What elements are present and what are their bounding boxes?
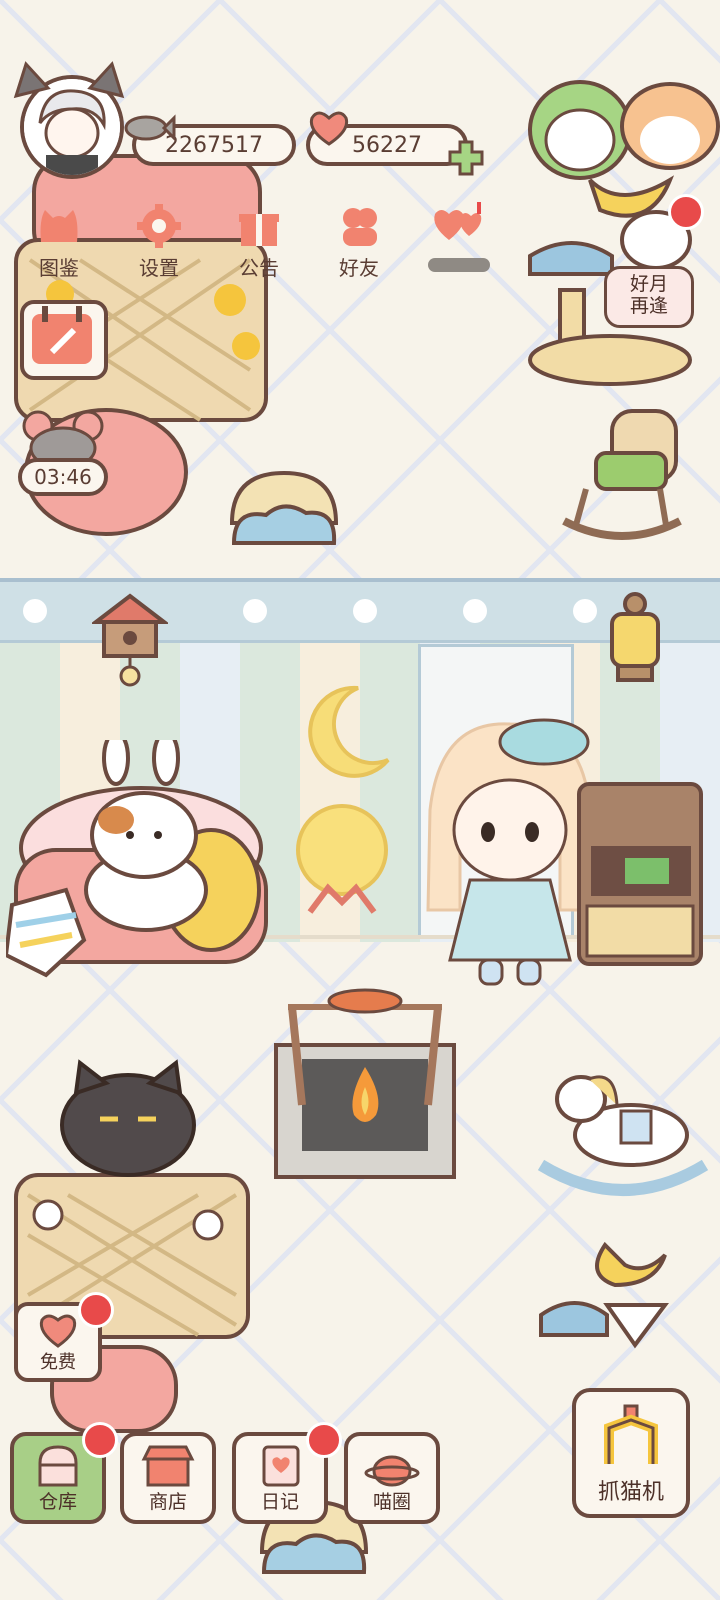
- nav-shop[interactable]: 商店: [120, 1432, 216, 1524]
- free-label: 免费: [40, 1352, 76, 1373]
- moon-lamp-icon[interactable]: [288, 680, 396, 920]
- cat-ear-left-icon: [13, 61, 51, 99]
- rocking-chair[interactable]: [556, 405, 686, 545]
- cat-ear-right-icon: [87, 61, 125, 99]
- menu-settings[interactable]: 设置: [118, 202, 200, 282]
- friends-icon: [343, 208, 377, 246]
- diary-icon: [262, 1445, 300, 1487]
- notification-badge: [668, 194, 704, 230]
- campfire-grill[interactable]: [272, 985, 458, 1195]
- fish-count: 2267517: [165, 132, 263, 158]
- sofa-with-calico-cat[interactable]: [6, 740, 276, 990]
- rocking-horse[interactable]: [535, 1065, 710, 1205]
- nav-cat-circle[interactable]: 喵圈: [344, 1432, 440, 1524]
- shelf-cabinet[interactable]: [575, 780, 705, 970]
- shop-icon: [141, 1445, 195, 1487]
- flower-icon: [463, 599, 487, 623]
- event-tag-line1: 好月: [629, 273, 668, 295]
- menu-label: 好友: [339, 256, 379, 280]
- event-tag[interactable]: 好月 再逢: [604, 266, 694, 328]
- girl-character[interactable]: [420, 710, 600, 990]
- lantern-icon[interactable]: [600, 590, 670, 690]
- claw-icon: [604, 1404, 658, 1464]
- cloud-pouf-icon[interactable]: [226, 465, 342, 551]
- flower-icon: [573, 599, 597, 623]
- notification-badge: [78, 1292, 114, 1328]
- nav-label: 仓库: [38, 1491, 77, 1513]
- claw-machine-button[interactable]: 抓猫机: [572, 1388, 690, 1518]
- cat-face-icon: [40, 210, 78, 242]
- flower-icon: [23, 599, 47, 623]
- menu-friends[interactable]: 好友: [318, 202, 400, 282]
- add-plus-icon[interactable]: [446, 138, 486, 178]
- notification-badge: [306, 1422, 342, 1458]
- menu-label: 公告: [239, 256, 279, 280]
- birdhouse-icon[interactable]: [92, 592, 168, 688]
- warehouse-icon: [38, 1445, 78, 1487]
- nav-label: 商店: [148, 1491, 187, 1513]
- calendar-button[interactable]: [20, 300, 108, 380]
- heart-icon: [309, 111, 349, 146]
- gift-icon: [239, 214, 279, 246]
- calendar-pencil-icon: [32, 306, 92, 364]
- menu-label: 图鉴: [39, 256, 79, 280]
- fish-icon: [124, 114, 176, 142]
- timer-display[interactable]: 03:46: [18, 458, 108, 496]
- nav-label: 日记: [260, 1491, 299, 1513]
- nav-label: 喵圈: [372, 1491, 411, 1513]
- progress-bar: [428, 258, 490, 272]
- notification-badge: [82, 1422, 118, 1458]
- menu-announcement[interactable]: 公告: [218, 202, 300, 282]
- menu-collection[interactable]: 图鉴: [18, 202, 100, 282]
- heart-icon: [39, 1314, 77, 1348]
- heart-count: 56227: [352, 132, 422, 158]
- claw-machine-label: 抓猫机: [597, 1480, 664, 1505]
- flower-icon: [243, 599, 267, 623]
- flower-icon: [353, 599, 377, 623]
- timer-text: 03:46: [34, 465, 92, 489]
- moon-cat-tree[interactable]: [535, 1235, 705, 1375]
- menu-hearts[interactable]: [418, 202, 500, 282]
- gear-icon: [137, 204, 181, 248]
- menu-label: 设置: [139, 256, 179, 280]
- cat-planet-icon: [364, 1455, 420, 1487]
- hearts-icon: [434, 202, 482, 240]
- event-tag-line2: 再逢: [629, 295, 668, 317]
